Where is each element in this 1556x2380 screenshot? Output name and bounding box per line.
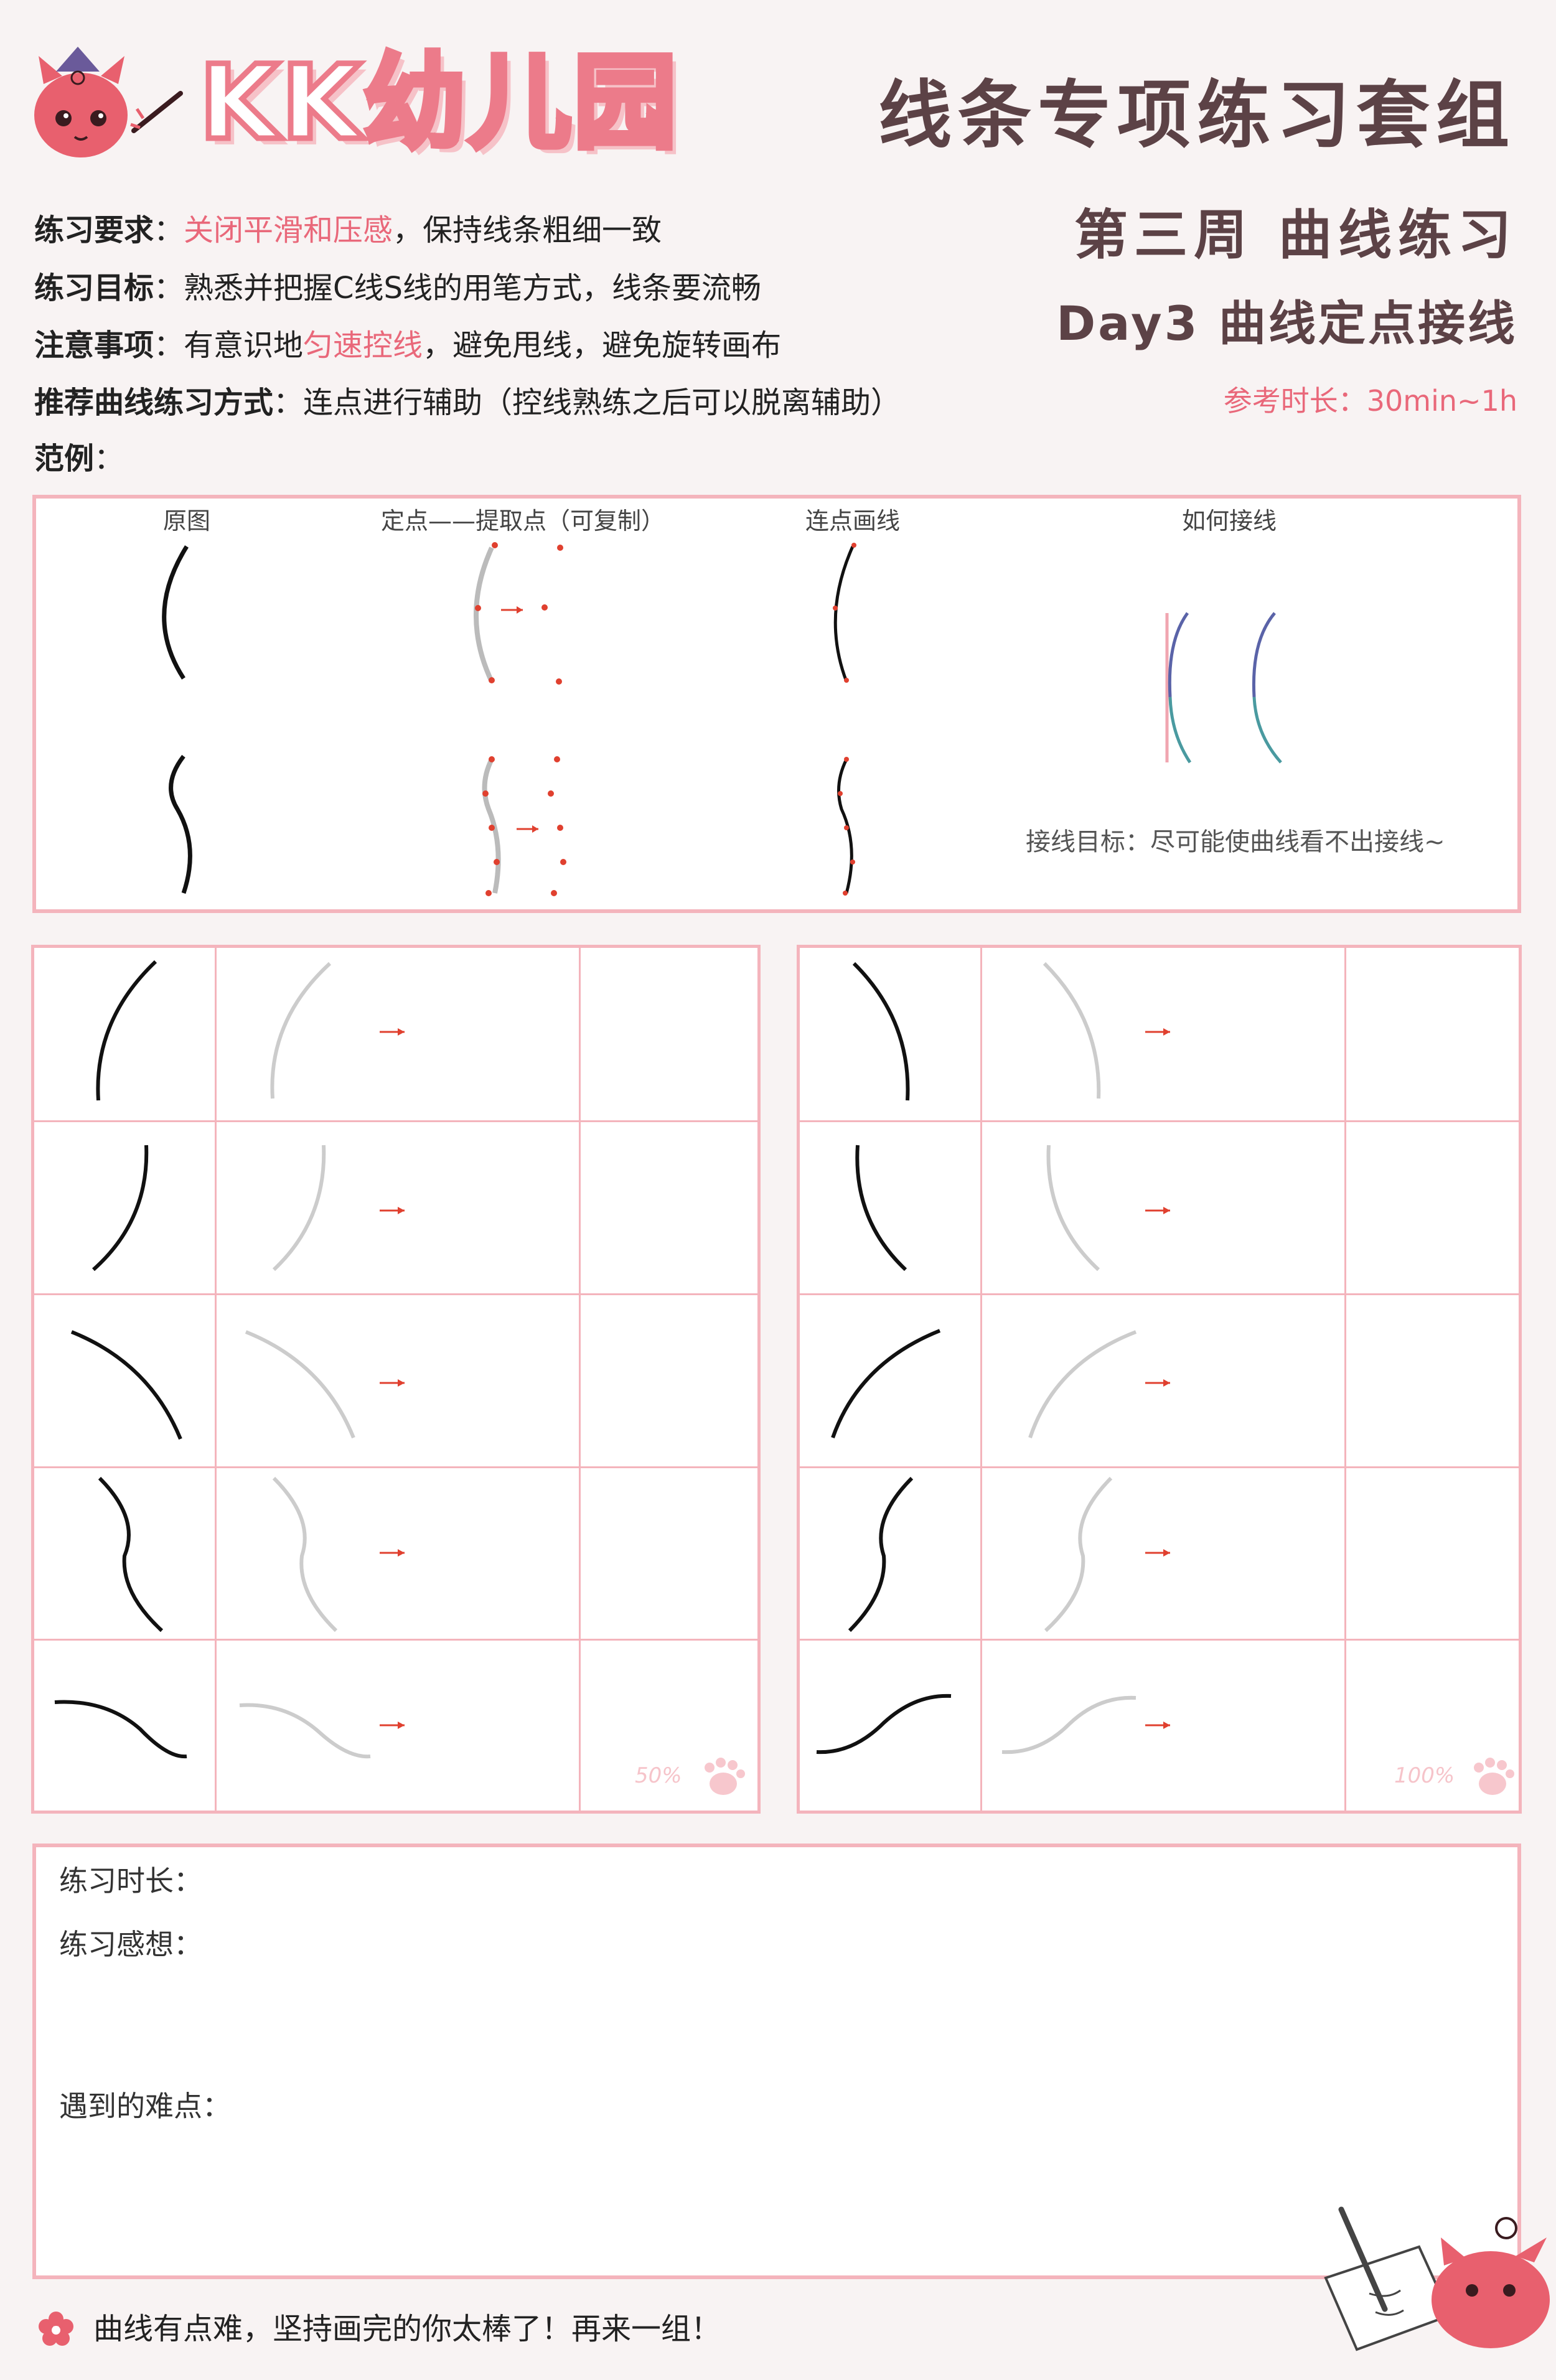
guide-curve xyxy=(239,1703,371,1759)
sample-curve xyxy=(816,1694,952,1755)
thoughts-field[interactable]: 练习感想： xyxy=(59,1924,202,1964)
guide-curve xyxy=(1043,962,1101,1099)
paw-icon xyxy=(1474,1758,1514,1795)
practice-drawings xyxy=(54,960,1514,1795)
guide-curve xyxy=(270,962,332,1099)
sample-curve xyxy=(54,1700,187,1759)
sample-curve xyxy=(852,962,910,1101)
flower-icon xyxy=(39,2312,73,2346)
journal-panel xyxy=(32,1844,1521,2279)
sample-curve xyxy=(92,1145,149,1272)
sample-curve xyxy=(848,1476,914,1633)
duration-field[interactable]: 练习时长： xyxy=(59,1861,202,1901)
footer-message: 曲线有点难，坚持画完的你太棒了！再来一组！ xyxy=(93,2312,721,2346)
difficulty-field[interactable]: 遇到的难点： xyxy=(59,2086,231,2126)
sample-curve xyxy=(831,1329,941,1438)
guide-curve xyxy=(1046,1145,1100,1272)
guide-curve xyxy=(272,1145,326,1272)
mascot-drawing-icon xyxy=(1324,2206,1550,2351)
sample-curve xyxy=(96,960,157,1101)
guide-curve xyxy=(1044,1476,1113,1633)
paw-icon xyxy=(705,1758,745,1795)
guide-curve xyxy=(272,1476,338,1633)
guide-curve xyxy=(245,1330,355,1439)
sample-curve xyxy=(855,1145,907,1272)
sample-curve xyxy=(98,1476,164,1633)
guide-curve xyxy=(1028,1330,1137,1438)
sample-curve xyxy=(70,1330,182,1440)
guide-curve xyxy=(1001,1695,1137,1755)
